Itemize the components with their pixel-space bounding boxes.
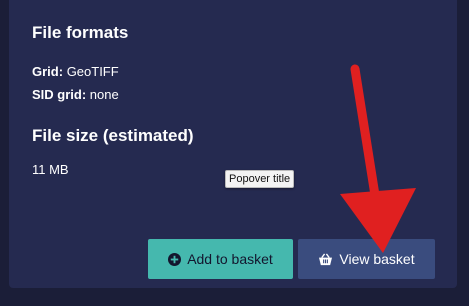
basket-icon <box>318 253 333 266</box>
file-size-value: 11 MB <box>32 162 69 177</box>
view-basket-label: View basket <box>339 251 415 267</box>
grid-label: Grid: <box>32 64 64 79</box>
popover-tooltip: Popover title <box>225 170 295 188</box>
grid-value: GeoTIFF <box>66 64 119 79</box>
file-size-heading: File size (estimated) <box>32 126 194 145</box>
file-formats-heading: File formats <box>32 23 129 42</box>
add-to-basket-button[interactable]: Add to basket <box>148 239 293 279</box>
sid-grid-value: none <box>89 87 119 102</box>
plus-circle-icon <box>168 252 182 266</box>
grid-format-row: Grid: GeoTIFF <box>32 64 119 79</box>
view-basket-button[interactable]: View basket <box>298 239 435 279</box>
sid-grid-label: SID grid: <box>32 87 87 102</box>
add-to-basket-label: Add to basket <box>187 251 273 267</box>
sid-grid-row: SID grid: none <box>32 87 119 102</box>
